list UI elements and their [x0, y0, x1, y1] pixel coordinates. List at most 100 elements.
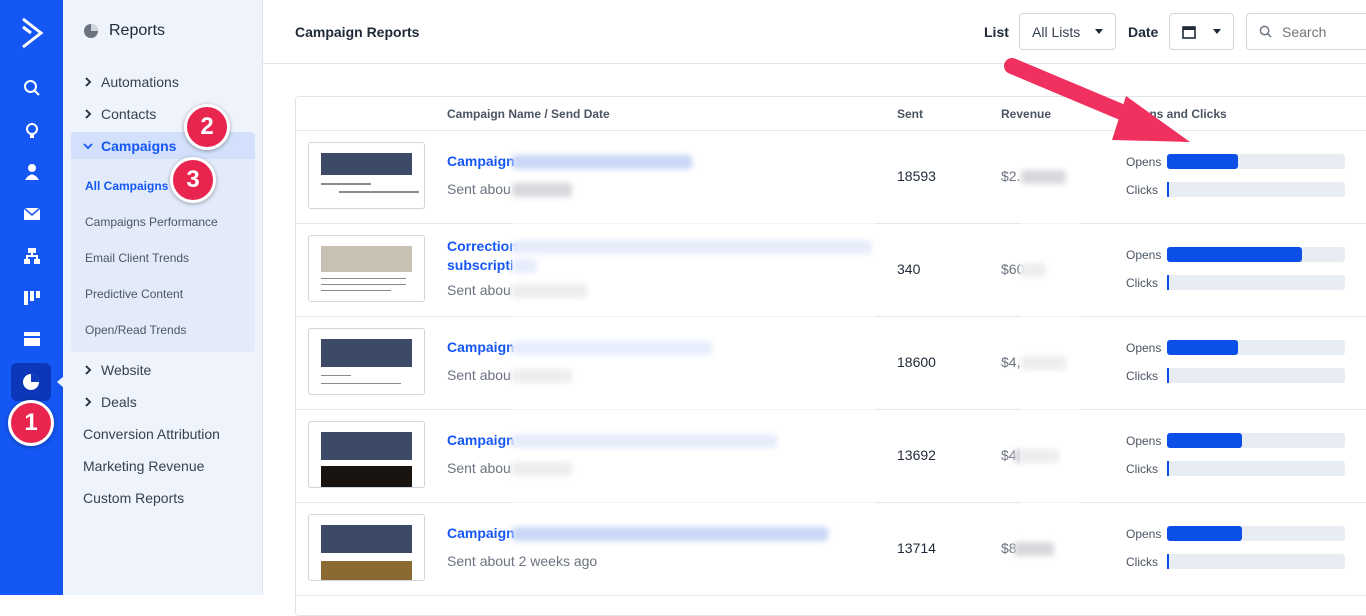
campaign-thumbnail[interactable] [308, 235, 425, 302]
clicks-label: Clicks [1126, 369, 1158, 383]
nav-label: Automations [101, 74, 179, 90]
nav-label: Website [101, 362, 152, 378]
nav-deals[interactable]: Deals [83, 394, 137, 410]
chevron-down-icon [83, 143, 93, 150]
table-row[interactable]: Campaign Sent about 2 weeks ago 13714 $8… [296, 503, 1366, 596]
nav-marketing-revenue[interactable]: Marketing Revenue [83, 458, 204, 474]
thumbnail-line [339, 191, 419, 193]
redacted-text [1014, 542, 1054, 556]
thumbnail-line [321, 290, 391, 291]
forms-icon[interactable] [19, 326, 45, 352]
campaign-thumbnail[interactable] [308, 514, 425, 581]
reports-icon[interactable] [11, 363, 51, 401]
lightbulb-icon[interactable] [19, 118, 45, 144]
redaction-overlay [1020, 200, 1080, 510]
left-rail [0, 0, 64, 595]
search-input[interactable] [1282, 23, 1352, 40]
clicks-bar [1167, 275, 1345, 290]
annotation-badge-3: 3 [170, 157, 216, 203]
campaign-thumbnail[interactable] [308, 328, 425, 395]
chevron-right-icon [85, 365, 92, 375]
caret-down-icon [1095, 29, 1103, 34]
nav-contacts[interactable]: Contacts [83, 106, 156, 122]
campaign-name[interactable]: Campaign [447, 432, 515, 448]
subnav-header: Reports [83, 22, 165, 40]
subnav-email-client-trends[interactable]: Email Client Trends [85, 251, 189, 265]
reports-subnav: Reports Automations Contacts Campaigns A… [63, 0, 263, 595]
opens-bar [1167, 433, 1345, 448]
campaign-send-date: Sent abou [447, 181, 511, 197]
opens-bar-fill [1167, 526, 1242, 541]
thumbnail-line [321, 383, 401, 384]
chevron-right-icon [85, 397, 92, 407]
pie-chart-icon [84, 24, 98, 38]
campaign-thumbnail[interactable] [308, 142, 425, 209]
col-header-name[interactable]: Campaign Name / Send Date [447, 107, 610, 121]
table-row[interactable]: Campaign Sent abou 18593 $2. Opens Click… [296, 131, 1366, 224]
thumbnail-line [321, 278, 406, 279]
list-select-value: All Lists [1032, 23, 1081, 40]
campaign-name[interactable]: Campaign [447, 339, 515, 355]
nav-label: Contacts [101, 106, 157, 122]
clicks-label: Clicks [1126, 276, 1158, 290]
campaign-name[interactable]: Correction [447, 238, 518, 254]
page-title: Campaign Reports [295, 24, 420, 40]
clicks-bar-fill [1167, 182, 1169, 197]
thumbnail-line [321, 284, 406, 285]
pipeline-icon[interactable] [19, 285, 45, 311]
thumbnail-line [321, 183, 371, 185]
subnav-title: Reports [109, 22, 166, 39]
annotation-badge-1: 1 [8, 400, 54, 446]
sent-count: 18600 [897, 354, 936, 370]
nav-automations[interactable]: Automations [83, 74, 179, 90]
nav-website[interactable]: Website [83, 362, 151, 378]
opens-label: Opens [1126, 434, 1162, 448]
campaign-name-line2[interactable]: subscripti [447, 257, 514, 273]
list-select[interactable]: All Lists [1019, 13, 1116, 50]
thumbnail-banner [321, 246, 412, 272]
search-icon [1259, 25, 1272, 38]
revenue-value: $4, [1001, 354, 1021, 370]
nav-campaigns[interactable]: Campaigns [83, 138, 176, 154]
sent-count: 13714 [897, 540, 936, 556]
revenue-value: $2. [1001, 168, 1021, 184]
chevron-right-icon [85, 109, 92, 119]
subnav-all-campaigns[interactable]: All Campaigns [85, 179, 168, 193]
campaign-name[interactable]: Campaign [447, 153, 515, 169]
col-header-sent[interactable]: Sent [897, 107, 923, 121]
annotation-badge-2: 2 [184, 104, 230, 150]
list-label: List [984, 24, 1009, 40]
clicks-bar [1167, 368, 1345, 383]
subnav-predictive-content[interactable]: Predictive Content [85, 287, 183, 301]
clicks-bar-fill [1167, 461, 1169, 476]
nav-conversion-attribution[interactable]: Conversion Attribution [83, 426, 220, 442]
email-icon[interactable] [19, 201, 45, 227]
opens-bar-fill [1167, 340, 1239, 355]
campaign-thumbnail[interactable] [308, 421, 425, 488]
campaign-send-date: Sent abou [447, 367, 511, 383]
thumbnail-banner [321, 525, 412, 553]
logo-icon[interactable] [20, 16, 44, 50]
thumbnail-image [321, 561, 412, 580]
subnav-open-read-trends[interactable]: Open/Read Trends [85, 323, 186, 337]
subnav-campaigns-performance[interactable]: Campaigns Performance [85, 215, 218, 229]
opens-label: Opens [1126, 155, 1162, 169]
redacted-text [1021, 170, 1066, 184]
campaign-send-date: Sent abou [447, 282, 511, 298]
contacts-icon[interactable] [19, 159, 45, 185]
campaign-send-date: Sent about 2 weeks ago [447, 553, 598, 569]
thumbnail-banner [321, 153, 412, 175]
thumbnail-image [321, 466, 412, 487]
search-icon[interactable] [19, 75, 45, 101]
date-picker[interactable] [1169, 13, 1234, 50]
opens-bar-fill [1167, 433, 1242, 448]
sent-count: 13692 [897, 447, 936, 463]
campaign-send-date: Sent abou [447, 460, 511, 476]
nav-label: Campaigns [101, 138, 177, 154]
clicks-bar-fill [1167, 368, 1169, 383]
campaign-name[interactable]: Campaign [447, 525, 515, 541]
automations-icon[interactable] [19, 243, 45, 269]
search-box[interactable] [1246, 13, 1366, 50]
thumbnail-line [321, 375, 351, 376]
nav-custom-reports[interactable]: Custom Reports [83, 490, 184, 506]
